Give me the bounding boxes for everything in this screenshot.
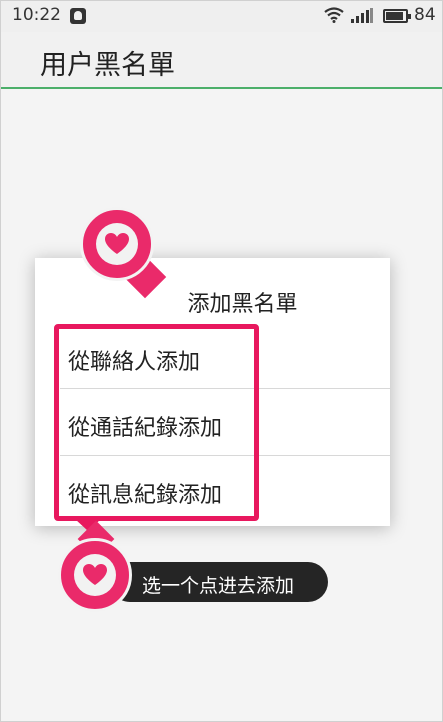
annotation-highlight-box xyxy=(54,324,259,521)
signal-icon xyxy=(351,8,373,23)
tooltip-text: 选一个点进去添加 xyxy=(142,575,295,597)
battery-percent: 84 xyxy=(414,5,436,25)
wifi-icon xyxy=(324,7,344,23)
status-time: 10:22 xyxy=(12,5,61,25)
annotation-tooltip: 选一个点进去添加 xyxy=(110,562,328,602)
status-bar: 10:22 84 xyxy=(0,0,443,32)
heart-marker-top xyxy=(80,207,154,281)
dialog-title: 添加黑名單 xyxy=(187,292,298,317)
heart-icon xyxy=(83,564,107,585)
heart-marker-bottom xyxy=(58,538,132,612)
marker-inner xyxy=(96,223,138,265)
marker-inner xyxy=(74,554,116,596)
battery-icon xyxy=(383,9,411,23)
action-bar: 用户黑名單 xyxy=(0,32,443,89)
notification-icon xyxy=(70,8,86,24)
heart-icon xyxy=(105,233,129,254)
page-title: 用户黑名單 xyxy=(40,50,175,81)
